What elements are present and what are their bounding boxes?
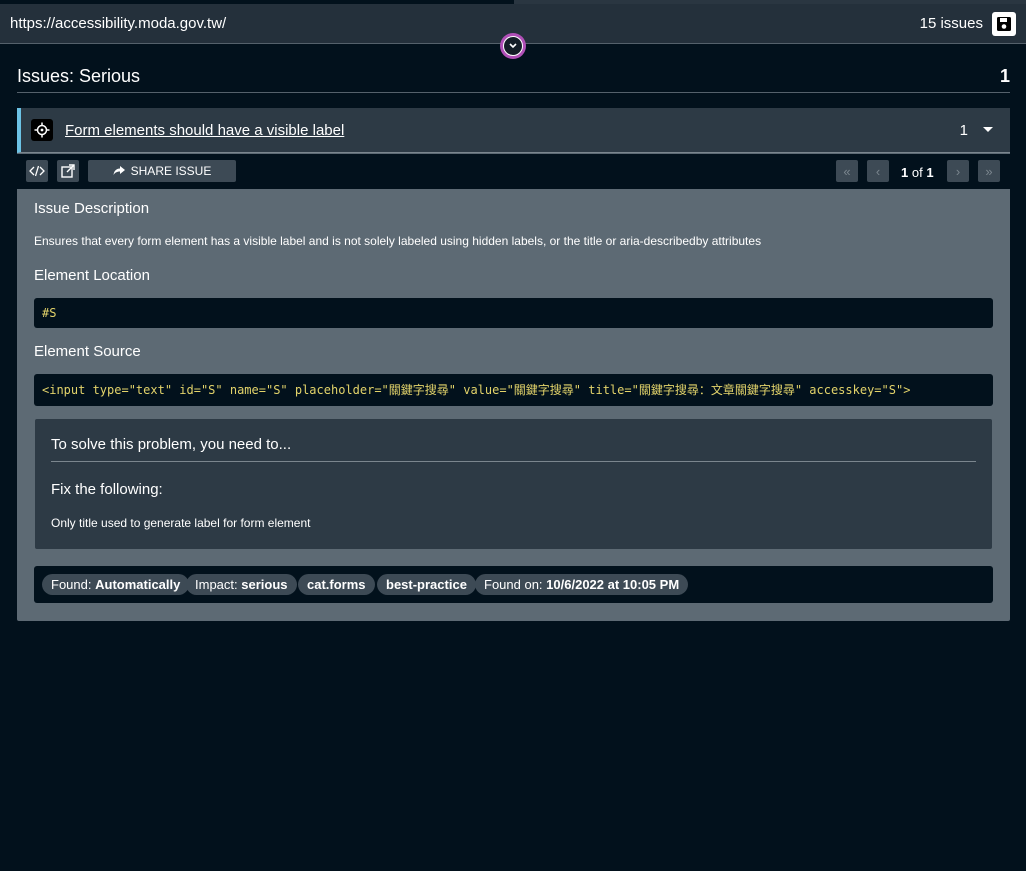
- save-icon: [997, 17, 1011, 31]
- tags-bar: Found: Automatically Impact: serious cat…: [34, 566, 993, 603]
- next-page-button[interactable]: ›: [947, 160, 969, 182]
- double-chevron-right-icon: »: [985, 163, 993, 179]
- issue-panel: Form elements should have a visible labe…: [17, 108, 1010, 621]
- view-code-button[interactable]: [26, 160, 48, 182]
- found-on-label: Found on:: [484, 577, 543, 592]
- crosshair-icon: [34, 122, 50, 138]
- chevron-down-icon: [509, 43, 517, 49]
- chevron-right-icon: ›: [955, 163, 961, 179]
- best-practice-value: best-practice: [386, 577, 467, 592]
- chevron-left-icon: ‹: [875, 163, 881, 179]
- external-link-icon: [61, 164, 75, 178]
- found-tag: Found: Automatically: [42, 574, 190, 595]
- section-header: Issues: Serious 1: [17, 66, 1010, 93]
- share-issue-button[interactable]: SHARE ISSUE: [88, 160, 236, 182]
- issue-header[interactable]: Form elements should have a visible labe…: [17, 108, 1010, 153]
- pager-text: 1 of 1: [901, 165, 934, 180]
- description-text: Ensures that every form element has a vi…: [34, 234, 762, 248]
- issue-count: 1: [959, 122, 968, 139]
- prev-page-button[interactable]: ‹: [867, 160, 889, 182]
- fix-heading: Fix the following:: [51, 481, 163, 498]
- description-heading: Issue Description: [34, 200, 150, 217]
- best-practice-tag: best-practice: [377, 574, 476, 595]
- issues-count: 15 issues: [919, 15, 983, 32]
- section-count: 1: [999, 66, 1010, 86]
- page-url: https://accessibility.moda.gov.tw/: [10, 15, 227, 32]
- solution-box: To solve this problem, you need to... Fi…: [35, 419, 992, 549]
- category-value: cat.forms: [307, 577, 366, 592]
- pager-total: 1: [926, 165, 934, 180]
- share-icon: [113, 166, 125, 175]
- divider: [51, 461, 976, 462]
- found-value: Automatically: [95, 577, 181, 592]
- caret-down-icon[interactable]: [983, 127, 993, 132]
- impact-tag: Impact: serious: [186, 574, 297, 595]
- location-heading: Element Location: [34, 267, 150, 284]
- element-source-code: <input type="text" id="S" name="S" place…: [34, 374, 993, 406]
- found-on-tag: Found on: 10/6/2022 at 10:05 PM: [475, 574, 689, 595]
- open-external-button[interactable]: [57, 160, 79, 182]
- save-button[interactable]: [992, 12, 1016, 36]
- share-issue-label: SHARE ISSUE: [130, 164, 212, 178]
- highlight-element-button[interactable]: [31, 119, 53, 141]
- pager-of: of: [911, 165, 923, 180]
- solve-heading: To solve this problem, you need to...: [51, 436, 292, 453]
- found-label: Found:: [51, 577, 92, 592]
- last-page-button[interactable]: »: [978, 160, 1000, 182]
- section-title: Issues: Serious: [17, 66, 141, 86]
- source-heading: Element Source: [34, 343, 141, 360]
- category-tag: cat.forms: [298, 574, 375, 595]
- first-page-button[interactable]: «: [836, 160, 858, 182]
- pager-current: 1: [901, 165, 909, 180]
- collapse-toggle-button[interactable]: [500, 33, 526, 59]
- element-location-code: #S: [34, 298, 993, 328]
- double-chevron-left-icon: «: [843, 163, 851, 179]
- fix-item: Only title used to generate label for fo…: [51, 516, 311, 530]
- impact-label: Impact:: [195, 577, 238, 592]
- code-icon: [29, 165, 45, 177]
- issue-toolbar: SHARE ISSUE « ‹ 1 of 1 › »: [17, 154, 1010, 189]
- found-on-value: 10/6/2022 at 10:05 PM: [546, 577, 680, 592]
- issue-title-link[interactable]: Form elements should have a visible labe…: [65, 122, 344, 139]
- impact-value: serious: [241, 577, 288, 592]
